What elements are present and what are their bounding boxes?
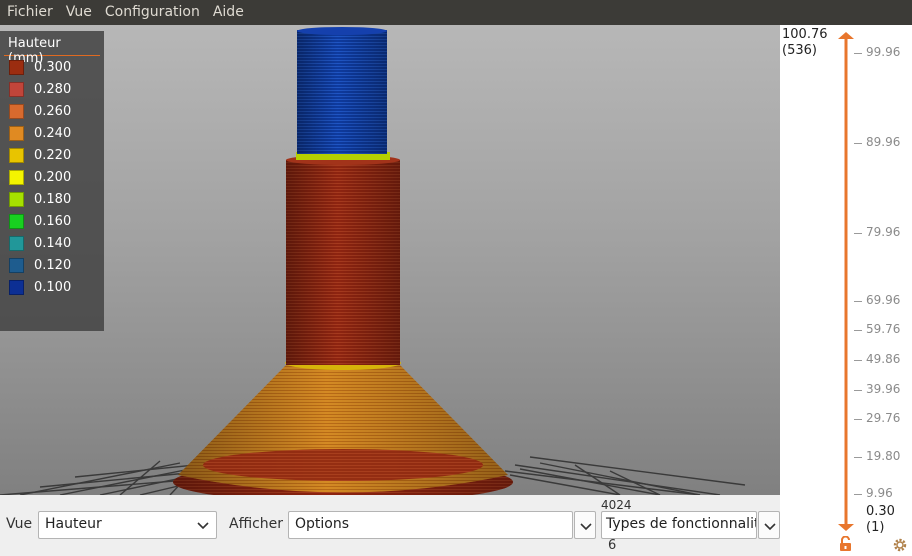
legend-item: 0.300 — [0, 56, 104, 78]
options-dropdown-button[interactable] — [574, 511, 596, 539]
legend-item: 0.180 — [0, 188, 104, 210]
slider-tick — [854, 360, 862, 361]
slider-tick — [854, 494, 862, 495]
slider-lower-handle-icon — [838, 524, 854, 531]
legend-item: 0.200 — [0, 166, 104, 188]
slider-tick-label: 9.96 — [866, 486, 893, 500]
slider-tick-label: 69.96 — [866, 293, 901, 307]
slider-upper-handle-icon — [838, 32, 854, 39]
legend-item: 0.120 — [0, 254, 104, 276]
show-label: Afficher — [229, 516, 284, 532]
slider-tick — [854, 419, 862, 420]
legend-swatch — [9, 125, 24, 141]
legend-item: 0.240 — [0, 122, 104, 144]
legend-item: 0.160 — [0, 210, 104, 232]
legend-item: 0.220 — [0, 144, 104, 166]
options-combo[interactable]: Options — [288, 511, 573, 539]
slider-tick-label: 39.96 — [866, 382, 901, 396]
feature-types-dropdown-button[interactable] — [758, 511, 780, 539]
count-bottom: 6 — [608, 538, 617, 553]
unlock-icon[interactable] — [838, 536, 854, 552]
legend-label: 0.220 — [34, 147, 72, 163]
legend-swatch — [9, 279, 24, 295]
slider-tick — [854, 53, 862, 54]
legend-label: 0.140 — [34, 235, 72, 251]
chevron-down-icon — [580, 523, 592, 531]
legend-label: 0.180 — [34, 191, 72, 207]
slider-tick — [854, 143, 862, 144]
slider-tick-label: 29.76 — [866, 411, 901, 425]
legend-label: 0.200 — [34, 169, 72, 185]
layer-slider-panel: 100.76 (536) 99.96 89.96 79.96 69.96 59.76 49… — [780, 25, 912, 556]
slider-bottom-value: 0.30 — [866, 504, 895, 519]
legend-item: 0.140 — [0, 232, 104, 254]
options-value: Options — [295, 516, 350, 532]
menu-configuration[interactable]: Configuration — [98, 0, 206, 25]
slider-tick — [854, 301, 862, 302]
legend-label: 0.300 — [34, 59, 72, 75]
legend-item: 0.100 — [0, 276, 104, 298]
menu-help[interactable]: Aide — [206, 0, 250, 25]
slider-top-value: 100.76 — [782, 27, 828, 42]
slider-tick — [854, 330, 862, 331]
menu-bar: Fichier Vue Configuration Aide — [0, 0, 912, 25]
chevron-down-icon — [197, 522, 209, 530]
layer-slider-track[interactable] — [834, 29, 858, 534]
bottom-toolbar: Vue Hauteur Afficher Options 4024 Types … — [0, 495, 780, 556]
height-legend: Hauteur (mm) 0.300 0.280 0.260 0.240 0.220 0.… — [0, 31, 104, 331]
legend-swatch — [9, 59, 24, 75]
chevron-down-icon — [764, 523, 776, 531]
view-type-combo[interactable]: Hauteur — [38, 511, 217, 539]
legend-swatch — [9, 169, 24, 185]
preview-3d-viewport[interactable]: Hauteur (mm) 0.300 0.280 0.260 0.240 0.220 0.… — [0, 25, 780, 495]
slider-tick — [854, 457, 862, 458]
slider-tick-label: 79.96 — [866, 225, 901, 239]
menu-view[interactable]: Vue — [59, 0, 98, 25]
slider-top-layer: (536) — [782, 43, 817, 58]
slider-tick — [854, 390, 862, 391]
feature-types-combo[interactable]: Types de fonctionnalit — [601, 511, 757, 539]
legend-swatch — [9, 257, 24, 273]
view-type-label: Vue — [6, 516, 33, 532]
gear-icon[interactable] — [892, 537, 908, 553]
legend-swatch — [9, 81, 24, 97]
feature-types-value: Types de fonctionnalit — [606, 516, 757, 532]
slider-tick-label: 89.96 — [866, 135, 901, 149]
slider-tick-label: 49.86 — [866, 352, 901, 366]
legend-label: 0.260 — [34, 103, 72, 119]
slider-tick — [854, 233, 862, 234]
count-top: 4024 — [601, 498, 632, 512]
slider-tick-label: 19.80 — [866, 449, 901, 463]
legend-swatch — [9, 213, 24, 229]
legend-title: Hauteur (mm) — [4, 31, 100, 66]
legend-label: 0.240 — [34, 125, 72, 141]
legend-item: 0.280 — [0, 78, 104, 100]
menu-file[interactable]: Fichier — [0, 0, 59, 25]
legend-label: 0.100 — [34, 279, 72, 295]
legend-swatch — [9, 103, 24, 119]
view-type-value: Hauteur — [45, 516, 102, 532]
legend-label: 0.280 — [34, 81, 72, 97]
legend-label: 0.160 — [34, 213, 72, 229]
legend-label: 0.120 — [34, 257, 72, 273]
slider-tick-label: 59.76 — [866, 322, 901, 336]
legend-swatch — [9, 235, 24, 251]
gcode-preview-scene — [0, 27, 746, 495]
legend-swatch — [9, 147, 24, 163]
slider-bottom-layer: (1) — [866, 520, 885, 535]
legend-swatch — [9, 191, 24, 207]
legend-item: 0.260 — [0, 100, 104, 122]
slider-tick-label: 99.96 — [866, 45, 901, 59]
